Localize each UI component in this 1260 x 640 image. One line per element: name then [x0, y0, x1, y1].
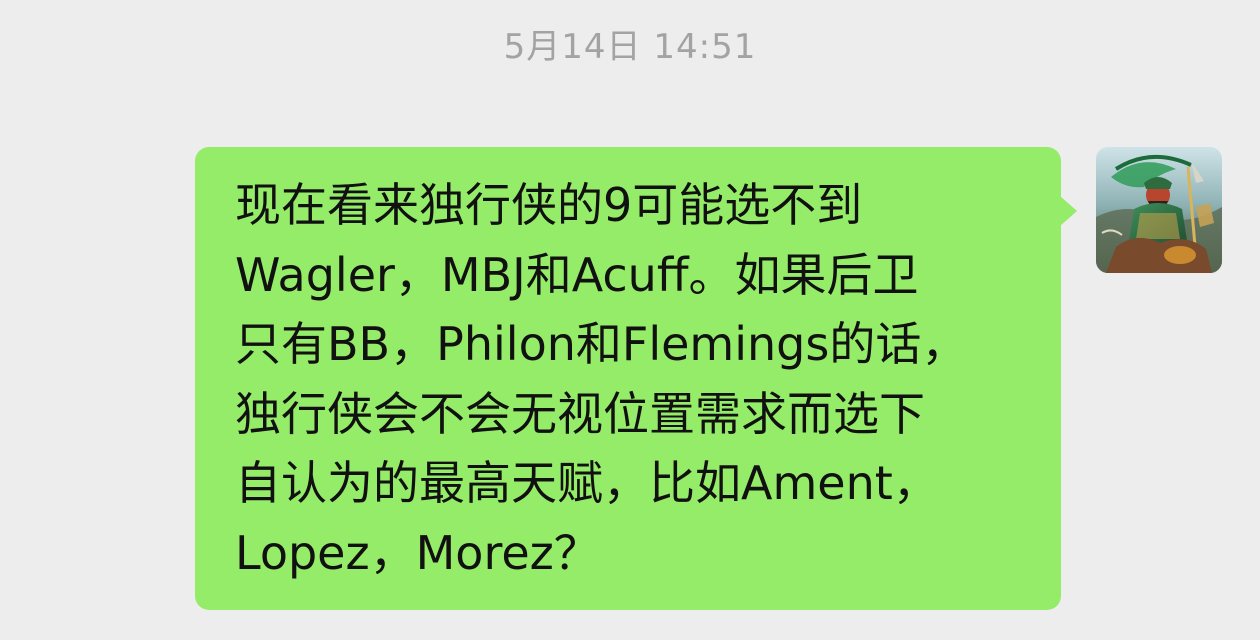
message-line: 自认为的最高天赋，比如Ament， — [235, 456, 939, 510]
message-line: Wagler，MBJ和Acuff。如果后卫 — [235, 247, 919, 302]
sender-avatar[interactable] — [1096, 147, 1222, 273]
message-bubble[interactable]: 现在看来独行侠的9可能选不到 Wagler，MBJ和Acuff。如果后卫 只有B… — [195, 147, 1061, 610]
message-line: 现在看来独行侠的9可能选不到 — [235, 178, 863, 232]
message-timestamp: 5月14日 14:51 — [503, 27, 757, 67]
message-line: 只有BB，Philon和Flemings的话， — [235, 317, 968, 371]
warrior-avatar-icon — [1096, 147, 1222, 273]
bubble-tail — [1060, 196, 1077, 226]
message-line: Lopez，Morez？ — [235, 525, 600, 580]
message-line: 独行侠会不会无视位置需求而选下 — [235, 386, 925, 441]
